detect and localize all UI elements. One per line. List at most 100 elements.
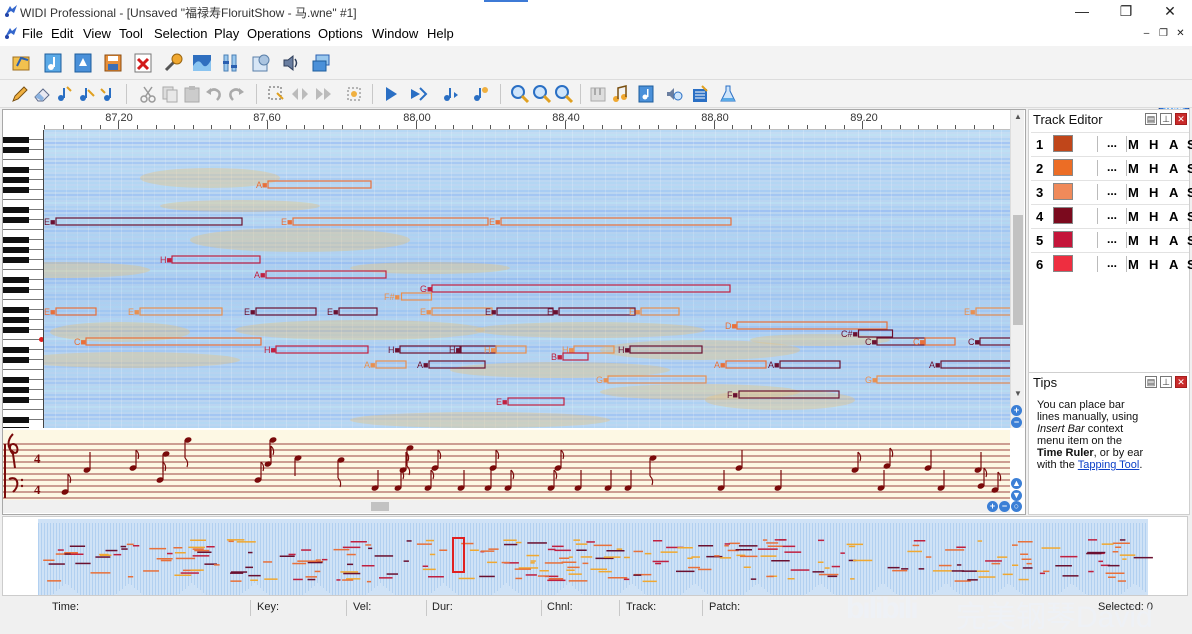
new-note-icon[interactable] [42,52,64,74]
track-more-button[interactable]: ... [1097,184,1127,200]
hzoom-out-icon[interactable]: − [999,501,1010,512]
track-audio-toggle[interactable]: A [1169,161,1178,176]
delete-icon[interactable] [132,52,154,74]
staff-note[interactable] [924,450,933,472]
paste-icon[interactable] [182,84,202,104]
track-audio-toggle[interactable]: A [1169,209,1178,224]
note-add-icon[interactable] [54,84,74,104]
black-key[interactable] [3,207,29,213]
staff-note[interactable] [991,471,1002,494]
mdi-restore-button[interactable]: ❐ [1157,27,1170,40]
hzoom-fit-icon[interactable]: ○ [1011,501,1022,512]
black-key[interactable] [3,347,29,353]
staff-note[interactable] [554,449,565,472]
staff-note[interactable] [406,444,415,476]
staff-note[interactable] [371,470,380,492]
staff-note[interactable] [394,469,405,492]
staff-note[interactable] [604,470,613,492]
zoom-fit-icon[interactable] [554,84,574,104]
menu-options[interactable]: Options [318,26,363,41]
black-key[interactable] [3,147,29,153]
staff-note[interactable] [129,449,140,472]
tips-menu-icon[interactable]: ▤ [1145,376,1157,388]
track-hide-toggle[interactable]: H [1149,185,1158,200]
track-hide-toggle[interactable]: H [1149,161,1158,176]
staff-note[interactable] [883,447,894,470]
minimize-button[interactable]: — [1060,0,1104,22]
track-color-swatch[interactable] [1053,183,1073,200]
staff-note[interactable] [294,454,303,476]
track-mute-toggle[interactable]: M [1128,185,1139,200]
mdi-minimize-button[interactable]: – [1140,27,1153,40]
black-key[interactable] [3,137,29,143]
track-solo-toggle[interactable]: S [1187,137,1192,152]
track-row[interactable]: 4... M H A S [1031,204,1192,226]
track-solo-toggle[interactable]: S [1187,185,1192,200]
menu-selection[interactable]: Selection [154,26,207,41]
notes-icon[interactable] [610,84,630,104]
menu-help[interactable]: Help [427,26,454,41]
black-key[interactable] [3,307,29,313]
staff-note[interactable] [649,454,658,486]
staff-note[interactable] [337,456,346,488]
microphone-icon[interactable] [162,52,184,74]
mdi-close-button[interactable]: ✕ [1174,27,1187,40]
track-mute-toggle[interactable]: M [1128,233,1139,248]
track-color-swatch[interactable] [1053,255,1073,272]
spectrogram-canvas[interactable]: A■ E■ E■ E■ H■ A■ G■ F#■ E■ E■ E■ E■ E■ E■ E■ E■ E■ D■ C■ C… [44,130,1010,428]
spectrogram-view[interactable]: A■ E■ E■ E■ H■ A■ G■ F#■ E■ E■ E■ E■ E■ E■ E■ E■ E■ D■ C■ C… [44,130,1010,428]
convert-icon[interactable] [72,52,94,74]
staff-note[interactable] [264,445,275,468]
overview-viewport[interactable] [452,537,465,573]
staff-note[interactable] [735,450,744,472]
notation-staff[interactable]: 4 4 [3,430,1010,500]
close-button[interactable]: ✕ [1148,0,1192,22]
staff-note[interactable] [504,469,515,492]
menu-tool[interactable]: Tool [119,26,143,41]
staff-scroll-down-icon[interactable]: ▼ [1011,490,1022,501]
black-key[interactable] [3,217,29,223]
staff-note[interactable] [937,470,946,492]
staff-scroll-up-icon[interactable]: ▲ [1011,478,1022,489]
track-audio-toggle[interactable]: A [1169,185,1178,200]
black-key[interactable] [3,287,29,293]
black-key[interactable] [3,357,29,363]
play-icon[interactable] [381,84,401,104]
staff-note[interactable] [974,452,983,474]
zoom-out-icon[interactable] [532,84,552,104]
properties-icon[interactable] [250,52,272,74]
menu-view[interactable]: View [83,26,111,41]
staff-note[interactable] [547,469,558,492]
black-key[interactable] [3,397,29,403]
staff-note[interactable] [851,451,862,474]
tips-pin-icon[interactable]: ⊥ [1160,376,1172,388]
track-color-swatch[interactable] [1053,159,1073,176]
song-overview[interactable] [2,516,1188,596]
flask-icon[interactable] [718,84,738,104]
track-row[interactable]: 6... M H A S [1031,252,1192,274]
track-more-button[interactable]: ... [1097,160,1127,176]
track-color-swatch[interactable] [1053,231,1073,248]
track-mute-toggle[interactable]: M [1128,209,1139,224]
scroll-up-arrow[interactable]: ▲ [1013,112,1023,122]
black-key[interactable] [3,257,29,263]
black-key[interactable] [3,417,29,423]
black-key[interactable] [3,377,29,383]
staff-note[interactable] [489,449,500,472]
track-solo-toggle[interactable]: S [1187,257,1192,272]
track-color-swatch[interactable] [1053,207,1073,224]
note-tools-icon[interactable] [470,84,490,104]
track-solo-toggle[interactable]: S [1187,233,1192,248]
track-row[interactable]: 2... M H A S [1031,156,1192,178]
tapping-tool-link[interactable]: Tapping Tool [1078,459,1140,471]
tips-close-icon[interactable]: ✕ [1175,376,1187,388]
horizontal-scrollbar[interactable] [3,500,1010,513]
piano-keyboard[interactable] [3,130,44,428]
note-select-icon[interactable] [76,84,96,104]
piano-icon[interactable] [588,84,608,104]
select-region-icon[interactable] [266,84,286,104]
staff-note[interactable] [484,470,493,492]
track-color-swatch[interactable] [1053,135,1073,152]
track-more-button[interactable]: ... [1097,136,1127,152]
black-key[interactable] [3,177,29,183]
